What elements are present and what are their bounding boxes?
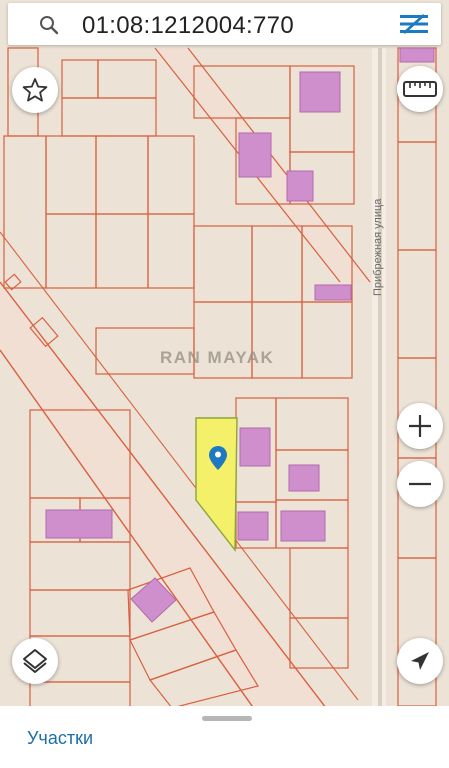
street-label: Прибрежная улица xyxy=(372,198,384,296)
search-bar[interactable]: 01:08:1212004:770 xyxy=(8,3,441,45)
favorite-button[interactable] xyxy=(12,67,58,113)
layers-icon xyxy=(23,649,47,673)
search-icon[interactable] xyxy=(38,14,60,36)
layers-button[interactable] xyxy=(12,638,58,684)
drag-handle[interactable] xyxy=(202,716,252,721)
star-icon xyxy=(22,78,48,102)
zoom-in-button[interactable] xyxy=(397,403,443,449)
measure-button[interactable] xyxy=(397,66,443,112)
zoom-out-button[interactable] xyxy=(397,461,443,507)
location-button[interactable] xyxy=(397,638,443,684)
search-input[interactable]: 01:08:1212004:770 xyxy=(82,12,294,40)
ruler-icon xyxy=(403,81,437,97)
bottom-panel[interactable]: Участки xyxy=(0,706,449,768)
cadastral-map[interactable] xyxy=(0,0,449,768)
watermark: RAN MAYAK xyxy=(160,348,275,367)
plus-icon xyxy=(409,415,431,437)
navigation-arrow-icon xyxy=(411,652,429,670)
minus-icon xyxy=(409,482,431,486)
tab-parcels[interactable]: Участки xyxy=(27,728,93,749)
menu-icon[interactable] xyxy=(400,13,428,35)
